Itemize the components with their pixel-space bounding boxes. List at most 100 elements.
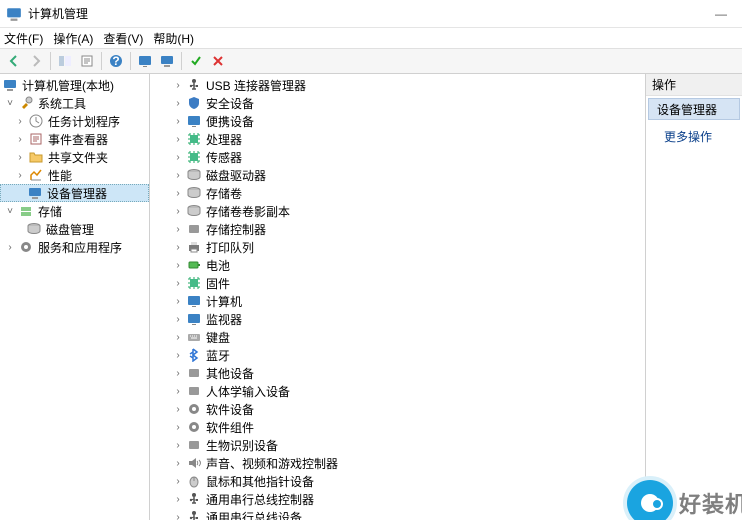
expander-icon[interactable]: › [172,403,184,415]
expander-icon[interactable]: › [172,385,184,397]
node-storage[interactable]: ˅ 存储 [0,202,149,220]
menu-view[interactable]: 查看(V) [103,30,143,47]
node-event-viewer[interactable]: › 事件查看器 [0,130,149,148]
help-button[interactable]: ? [106,51,126,71]
device-category[interactable]: ›传感器 [150,148,645,166]
device-category[interactable]: ›软件设备 [150,400,645,418]
expander-icon[interactable]: › [172,79,184,91]
actions-section[interactable]: 设备管理器 [648,98,740,120]
device-category[interactable]: ›打印队列 [150,238,645,256]
device-icon [186,275,202,291]
device-tree[interactable]: ›USB 连接器管理器›安全设备›便携设备›处理器›传感器›磁盘驱动器›存储卷›… [150,74,646,520]
device-category[interactable]: ›监视器 [150,310,645,328]
device-icon [186,257,202,273]
device-category[interactable]: ›其他设备 [150,364,645,382]
device-category[interactable]: ›处理器 [150,130,645,148]
expander-icon[interactable]: › [172,223,184,235]
expander-icon[interactable]: › [172,241,184,253]
expander-icon[interactable]: ˅ [4,97,16,109]
device-category[interactable]: › 软件组件 [150,418,645,436]
label: 系统工具 [36,95,86,112]
device-icon [186,95,202,111]
enable-button[interactable] [186,51,206,71]
menu-action[interactable]: 操作(A) [53,30,93,47]
expander-icon[interactable]: › [172,115,184,127]
device-label: 电池 [204,257,230,274]
device-category[interactable]: ›声音、视频和游戏控制器 [150,454,645,472]
device-category[interactable]: ›通用串行总线控制器 [150,490,645,508]
device-category[interactable]: ›便携设备 [150,112,645,130]
menu-file[interactable]: 文件(F) [4,30,43,47]
nav-back-button[interactable] [4,51,24,71]
console-tree[interactable]: 计算机管理(本地) ˅ 系统工具 › [0,74,150,520]
expander-icon[interactable]: › [172,493,184,505]
device-label: USB 连接器管理器 [204,77,306,94]
event-icon [28,131,44,147]
device-category[interactable]: ›人体学输入设备 [150,382,645,400]
expander-icon[interactable]: › [172,331,184,343]
expander-icon[interactable]: › [4,241,16,253]
device-category[interactable]: ›磁盘驱动器 [150,166,645,184]
node-shared-folders[interactable]: › 共享文件夹 [0,148,149,166]
device-category[interactable]: ›固件 [150,274,645,292]
label: 磁盘管理 [44,221,94,238]
device-category[interactable]: › 电池 [150,256,645,274]
node-disk-mgmt[interactable]: 磁盘管理 [0,220,149,238]
expander-icon[interactable]: › [172,133,184,145]
expander-icon[interactable]: › [172,475,184,487]
device-icon [186,491,202,507]
more-actions-link[interactable]: 更多操作 [646,122,742,151]
expander-icon[interactable]: › [172,421,184,433]
expander-icon[interactable]: › [172,97,184,109]
device-category[interactable]: ›存储控制器 [150,220,645,238]
expander-icon[interactable]: › [172,457,184,469]
scan-button[interactable] [135,51,155,71]
device-category[interactable]: ›键盘 [150,328,645,346]
disable-button[interactable] [208,51,228,71]
device-label: 软件组件 [204,419,254,436]
expander-icon[interactable]: › [14,169,26,181]
device-category[interactable]: › 存储卷 [150,184,645,202]
device-category[interactable]: ›计算机 [150,292,645,310]
svg-text:?: ? [112,54,119,68]
expander-icon[interactable]: › [172,205,184,217]
node-performance[interactable]: › 性能 [0,166,149,184]
device-category[interactable]: › USB 连接器管理器 [150,76,645,94]
expander-icon[interactable]: › [172,313,184,325]
node-root[interactable]: 计算机管理(本地) [0,76,149,94]
expander-icon[interactable]: › [14,115,26,127]
expander-icon[interactable]: › [14,151,26,163]
device-icon [186,113,202,129]
device-category[interactable]: › 存储卷卷影副本 [150,202,645,220]
device-category[interactable]: ›通用串行总线设备 [150,508,645,520]
expander-icon[interactable]: › [172,295,184,307]
menu-help[interactable]: 帮助(H) [153,30,194,47]
expander-icon[interactable]: › [172,151,184,163]
node-services[interactable]: › 服务和应用程序 [0,238,149,256]
device-category[interactable]: ›鼠标和其他指针设备 [150,472,645,490]
node-system-tools[interactable]: ˅ 系统工具 [0,94,149,112]
expander-icon[interactable]: › [172,439,184,451]
expander-icon[interactable]: › [172,367,184,379]
device-category[interactable]: ›蓝牙 [150,346,645,364]
node-device-manager[interactable]: 设备管理器 [0,184,149,202]
expander-icon[interactable]: › [172,169,184,181]
expander-icon[interactable]: › [172,511,184,520]
expander-icon[interactable]: ˅ [4,205,16,217]
expander-icon[interactable]: › [172,277,184,289]
device-category[interactable]: ›生物识别设备 [150,436,645,454]
show-hide-tree-button[interactable] [55,51,75,71]
expander-icon[interactable]: › [172,259,184,271]
refresh-button[interactable] [157,51,177,71]
node-task-scheduler[interactable]: › 任务计划程序 [0,112,149,130]
properties-button[interactable] [77,51,97,71]
expander-icon[interactable]: › [172,187,184,199]
expander-icon[interactable]: › [172,349,184,361]
device-label: 存储卷卷影副本 [204,203,290,220]
expander-icon[interactable]: › [14,133,26,145]
folder-icon [28,149,44,165]
device-label: 存储卷 [204,185,242,202]
nav-fwd-button[interactable] [26,51,46,71]
device-category[interactable]: ›安全设备 [150,94,645,112]
minimize-button[interactable]: — [706,7,736,21]
